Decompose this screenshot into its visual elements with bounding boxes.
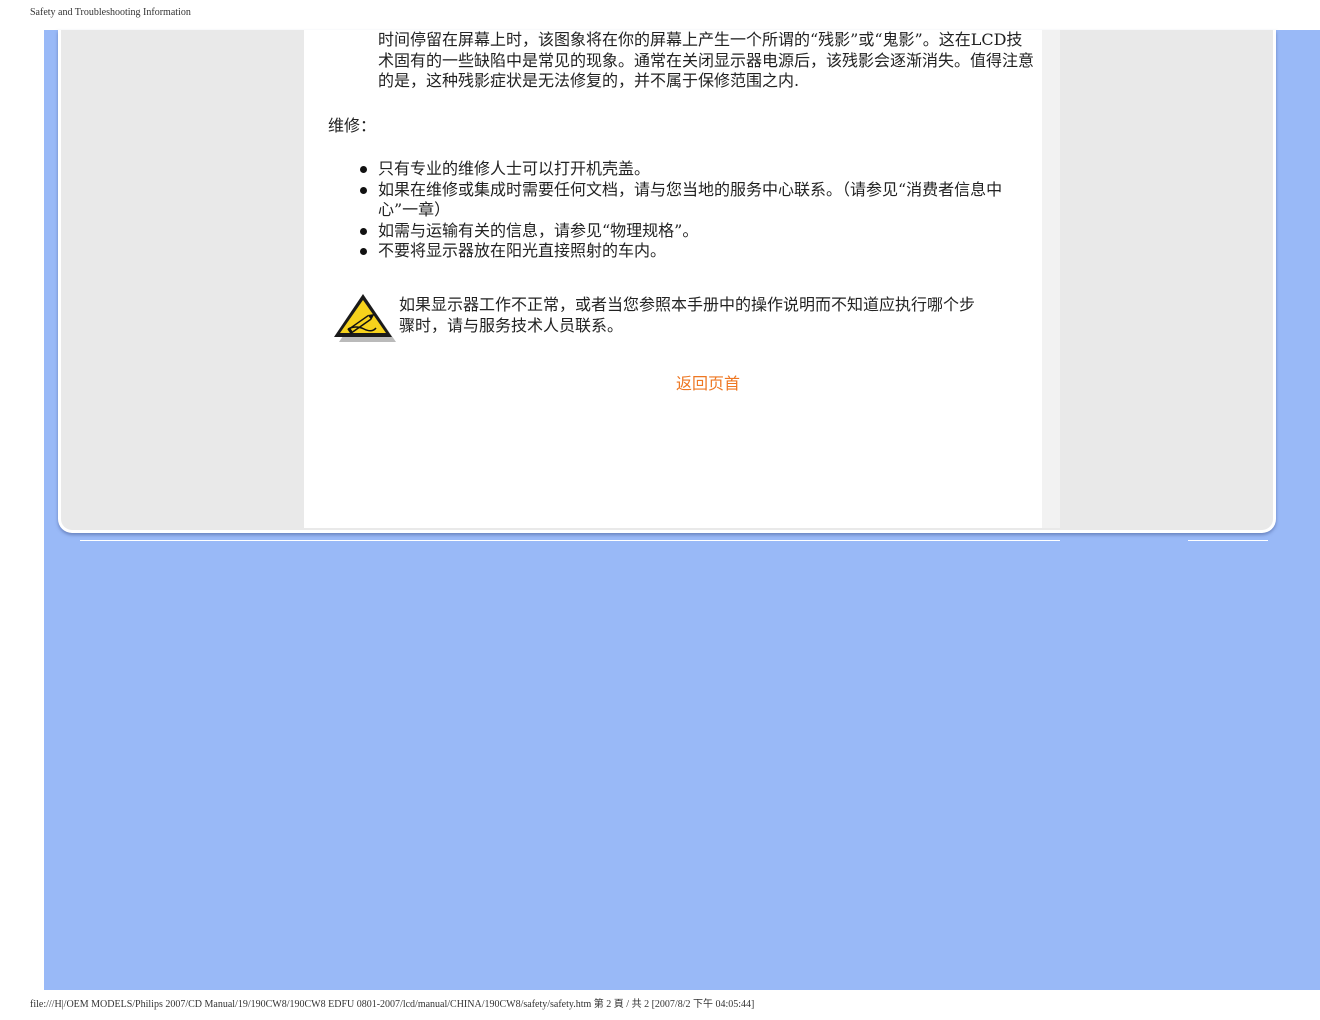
list-item: 不要将显示器放在阳光直接照射的车内。 [360,241,1040,262]
repair-heading: 维修： [328,116,377,135]
pencil-warning-icon [334,294,396,342]
warning-text: 如果显示器工作不正常，或者当您参照本手册中的操作说明而不知道应执行哪个步骤时，请… [399,295,976,335]
back-to-top-link[interactable]: 返回页首 [676,370,740,394]
list-item: 如果在维修或集成时需要任何文档，请与您当地的服务中心联系。（请参见“消费者信息中… [360,180,1040,221]
list-item-text: 不要将显示器放在阳光直接照射的车内。 [378,241,667,260]
list-item-text: 如需与运输有关的信息，请参见“物理规格”。 [378,220,699,240]
image-retention-paragraph: 时间停留在屏幕上时，该图象将在你的屏幕上产生一个所谓的“残影”或“鬼影”。这在L… [378,30,1035,90]
bullet-icon [360,227,367,235]
bullet-icon [360,166,367,173]
print-header: Safety and Troubleshooting Information [30,7,191,18]
list-item-text: 只有专业的维修人士可以打开机壳盖。 [378,159,651,178]
list-item-text: 如果在维修或集成时需要任何文档，请与您当地的服务中心联系。（请参见“消费者信息中… [378,179,1003,220]
repair-list: 只有专业的维修人士可以打开机壳盖。 如果在维修或集成时需要任何文档，请与您当地的… [360,159,1040,262]
divider-line [80,540,1060,541]
print-footer: file:///H|/OEM MODELS/Philips 2007/CD Ma… [30,999,755,1010]
bullet-icon [360,186,367,194]
list-item: 如需与运输有关的信息，请参见“物理规格”。 [360,221,1040,242]
divider-line-right [1188,540,1268,541]
bullet-icon [360,248,367,255]
content-panel [304,30,1060,528]
list-item: 只有专业的维修人士可以打开机壳盖。 [360,159,1040,180]
